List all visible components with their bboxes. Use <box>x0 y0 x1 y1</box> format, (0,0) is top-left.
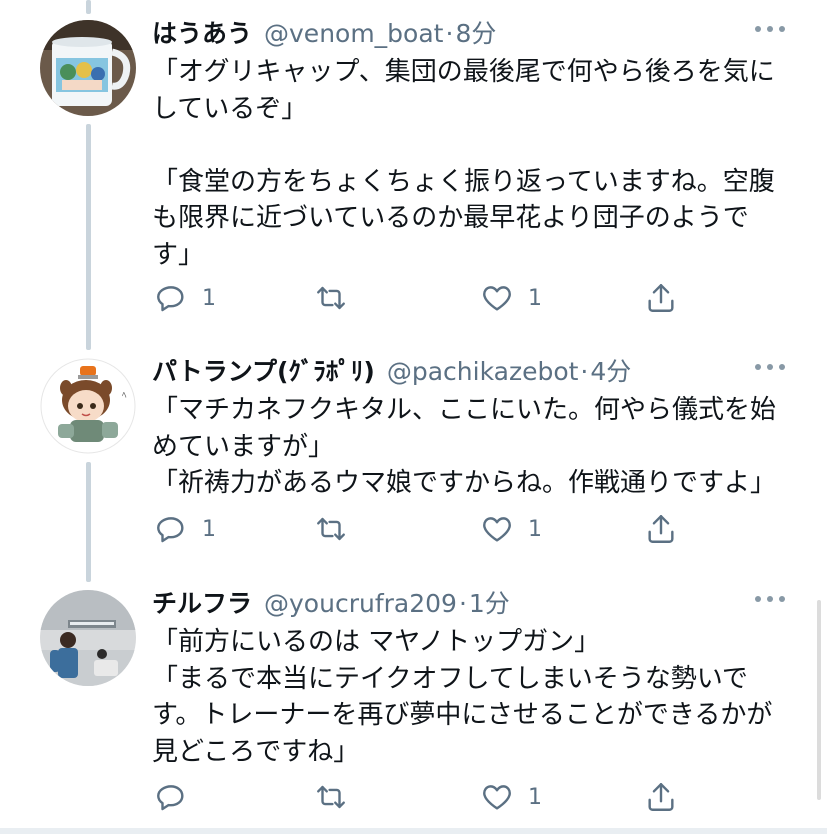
share-button[interactable] <box>644 278 678 318</box>
like-count: 1 <box>528 516 542 542</box>
retweet-icon <box>317 286 345 310</box>
separator-dot: · <box>445 19 454 48</box>
display-name[interactable]: はうあう <box>152 14 252 50</box>
user-handle[interactable]: @youcrufra209 <box>264 589 457 618</box>
tweet-actions: 1 1 <box>152 278 787 318</box>
tweet-header: はうあう @venom_boat · 8分 <box>152 14 787 54</box>
tweet-text: 「前方にいるのは マヤノトップガン」 「まるで本当にテイクオフしてしまいそうな勢… <box>152 627 773 767</box>
tweet-header: パトランプ(ｸﾞﾗﾎﾟﾘ) @pachikazebot · 4分 <box>152 352 787 392</box>
tweet-body: パトランプ(ｸﾞﾗﾎﾟﾘ) @pachikazebot · 4分 「マチカネフク… <box>152 352 787 502</box>
retweet-icon <box>317 517 345 541</box>
thread-line-1 <box>86 124 91 350</box>
svg-text:ﾍ: ﾍ <box>122 391 127 401</box>
scrollbar[interactable] <box>817 600 821 800</box>
timestamp[interactable]: 1分 <box>469 584 510 620</box>
reply-button[interactable]: 1 <box>154 278 216 318</box>
share-icon <box>648 284 674 312</box>
heart-icon <box>483 286 511 311</box>
like-button[interactable]: 1 <box>480 777 542 817</box>
more-icon[interactable] <box>755 362 785 372</box>
user-handle[interactable]: @venom_boat <box>264 19 443 48</box>
like-button[interactable]: 1 <box>480 278 542 318</box>
separator-dot: · <box>580 357 589 386</box>
display-name[interactable]: チルフラ <box>152 584 252 620</box>
like-count: 1 <box>528 784 542 810</box>
tweet-header: チルフラ @youcrufra209 · 1分 <box>152 584 787 624</box>
avatar[interactable]: ﾍ <box>40 358 136 454</box>
retweet-icon <box>317 785 345 809</box>
share-icon <box>648 783 674 811</box>
reply-icon <box>157 785 184 811</box>
thread-line-top <box>86 0 91 14</box>
retweet-button[interactable] <box>314 509 362 549</box>
avatar[interactable] <box>40 590 136 686</box>
tweet-body: チルフラ @youcrufra209 · 1分 「前方にいるのは マヤノトップガ… <box>152 584 787 770</box>
reply-count: 1 <box>202 285 216 311</box>
tweet-text: 「オグリキャップ、集団の最後尾で何やら後ろを気に しているぞ」 「食堂の方をちょ… <box>152 57 775 270</box>
more-icon[interactable] <box>755 594 785 604</box>
reply-button[interactable] <box>154 777 202 817</box>
timestamp[interactable]: 4分 <box>590 352 631 388</box>
more-icon[interactable] <box>755 24 785 34</box>
separator-dot: · <box>458 589 467 618</box>
share-button[interactable] <box>644 777 678 817</box>
timestamp[interactable]: 8分 <box>455 14 496 50</box>
tweet-body: はうあう @venom_boat · 8分 「オグリキャップ、集団の最後尾で何や… <box>152 14 787 273</box>
tweet-text: 「マチカネフクキタル、ここにいた。何やら儀式を始 めていますが」 「祈祷力がある… <box>152 395 777 498</box>
reply-icon <box>157 286 184 312</box>
reply-icon <box>157 517 184 543</box>
retweet-button[interactable] <box>314 777 362 817</box>
reply-button[interactable]: 1 <box>154 509 216 549</box>
share-icon <box>648 515 674 543</box>
display-name[interactable]: パトランプ(ｸﾞﾗﾎﾟﾘ) <box>152 352 375 388</box>
user-handle[interactable]: @pachikazebot <box>387 357 579 386</box>
like-count: 1 <box>528 285 542 311</box>
heart-icon <box>483 785 511 810</box>
retweet-button[interactable] <box>314 278 362 318</box>
tweet-actions: 1 1 <box>152 509 787 549</box>
share-button[interactable] <box>644 509 678 549</box>
tweet-actions: 1 <box>152 777 787 817</box>
heart-icon <box>483 517 511 542</box>
like-button[interactable]: 1 <box>480 509 542 549</box>
avatar[interactable] <box>40 20 136 116</box>
bottom-divider <box>0 828 827 834</box>
thread-line-2 <box>86 462 91 582</box>
reply-count: 1 <box>202 516 216 542</box>
